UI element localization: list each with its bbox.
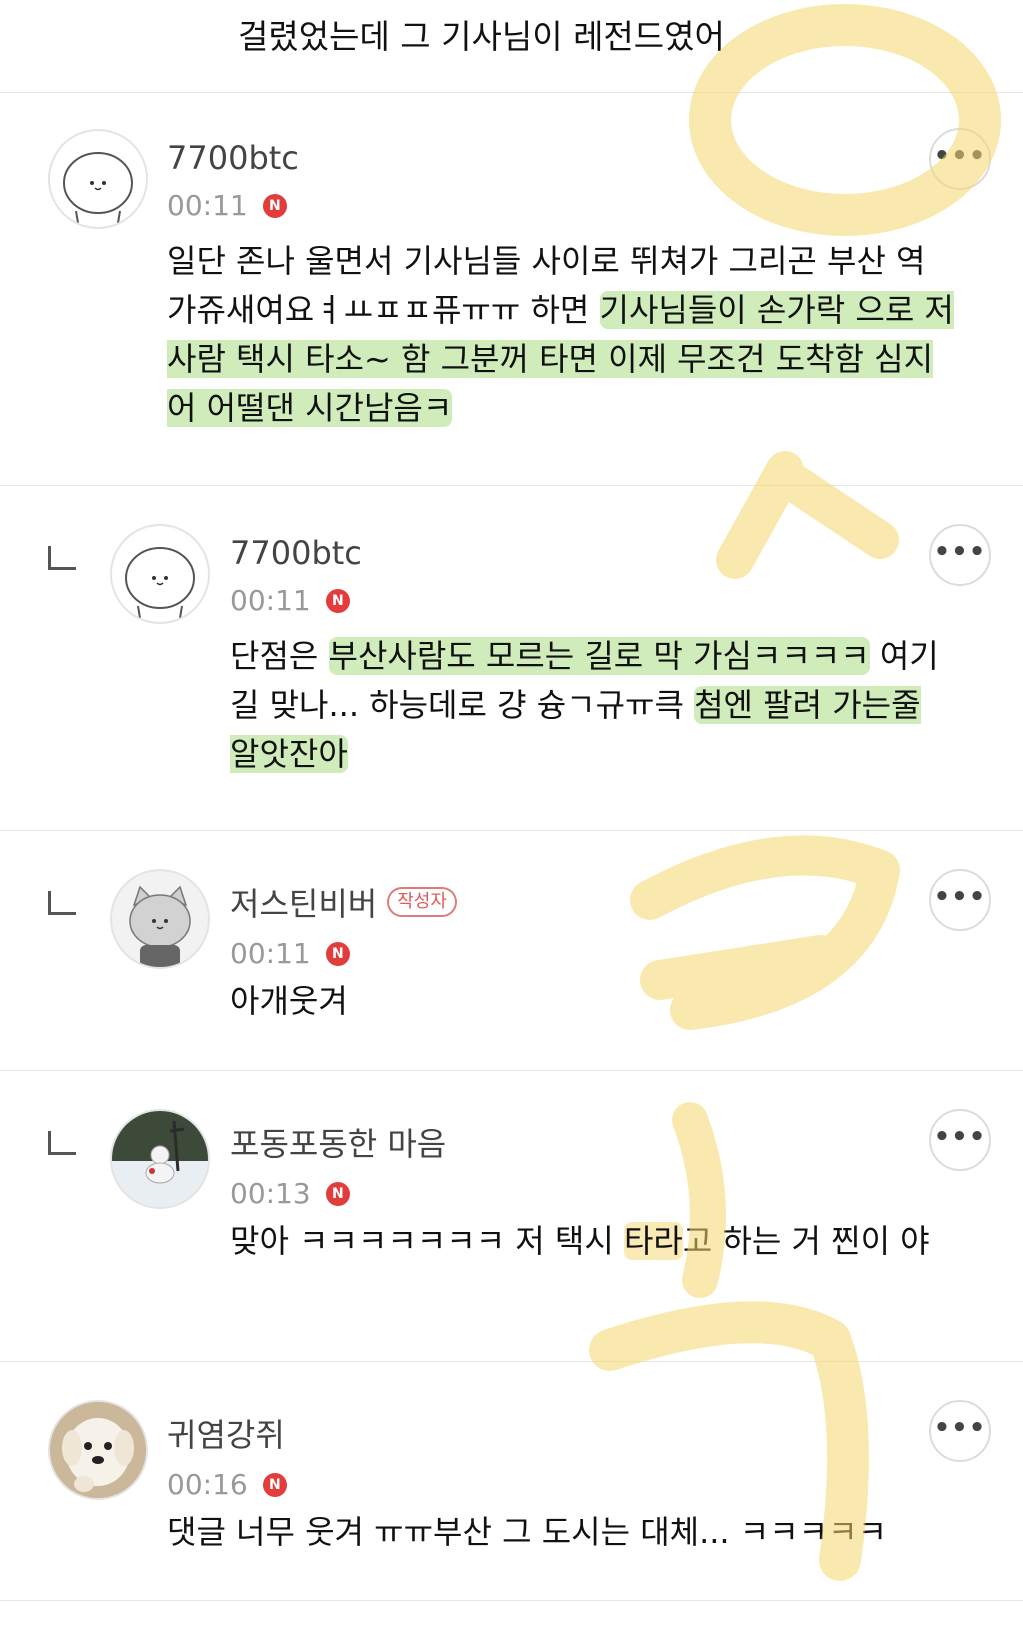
comment-meta: 저스틴비버 작성자 00:11 N xyxy=(230,879,457,970)
comment-text-plain: 고 하는 거 찐이 야 xyxy=(682,1222,930,1260)
reply-arrow-icon xyxy=(48,546,76,570)
new-badge: N xyxy=(262,193,287,218)
comment-body: 단점은 부산사람도 모르는 길로 막 가심ㅋㅋㅋㅋ 여기 길 맞나... 하능데… xyxy=(230,632,960,779)
author-badge: 작성자 xyxy=(387,887,457,917)
time-row: 00:16 N xyxy=(167,1468,287,1501)
nickname[interactable]: 포동포동한 마음 xyxy=(230,1119,446,1165)
reply-arrow-icon xyxy=(48,891,76,915)
nickname[interactable]: 귀염강쥐 xyxy=(167,1410,285,1456)
comment-text-plain: 단점은 xyxy=(230,637,329,675)
time-row: 00:13 N xyxy=(230,1177,446,1210)
gray-cat-icon xyxy=(129,885,191,967)
timestamp: 00:11 xyxy=(167,189,248,222)
comment-meta: 7700btc 00:11 N xyxy=(230,534,362,617)
comment-body: 댓글 너무 웃겨 ㅠㅠ부산 그 도시는 대체... ㅋㅋㅋㅋㅋ xyxy=(167,1513,887,1551)
more-options-button[interactable]: ••• xyxy=(929,1109,991,1171)
avatar[interactable] xyxy=(110,1109,210,1209)
bear-face-icon xyxy=(125,547,195,619)
comment-text-highlighted: 부산사람도 모르는 길로 막 가심ㅋㅋㅋㅋ xyxy=(328,637,870,675)
more-options-button[interactable]: ••• xyxy=(929,524,991,586)
nickname[interactable]: 7700btc xyxy=(230,534,362,572)
comment-item: 귀염강쥐 00:16 N ••• 댓글 너무 웃겨 ㅠㅠ부산 그 도시는 대체.… xyxy=(0,1362,1023,1601)
comment-body: 일단 존나 울면서 기사님들 사이로 뛰쳐가 그리곤 부산 역 가쥬새여요ㅕㅛㅍ… xyxy=(167,237,957,433)
new-badge: N xyxy=(262,1472,287,1497)
comment-item: 저스틴비버 작성자 00:11 N ••• 아개웃겨 xyxy=(0,831,1023,1071)
comment-meta: 귀염강쥐 00:16 N xyxy=(167,1410,287,1501)
previous-comment-fragment: 걸렸었는데 그 기사님이 레전드였어 xyxy=(0,0,1023,93)
time-row: 00:11 N xyxy=(167,189,299,222)
new-badge: N xyxy=(325,941,350,966)
snowman-photo-icon xyxy=(112,1111,208,1207)
more-options-button[interactable]: ••• xyxy=(929,869,991,931)
comment-item: 7700btc 00:11 N ••• 단점은 부산사람도 모르는 길로 막 가… xyxy=(0,486,1023,831)
new-badge: N xyxy=(325,588,350,613)
more-options-button[interactable]: ••• xyxy=(929,128,991,190)
avatar[interactable] xyxy=(48,129,148,229)
nickname[interactable]: 저스틴비버 xyxy=(230,879,377,925)
new-badge: N xyxy=(325,1181,350,1206)
comment-meta: 포동포동한 마음 00:13 N xyxy=(230,1119,446,1210)
avatar[interactable] xyxy=(110,524,210,624)
puppy-photo-icon xyxy=(50,1402,146,1498)
comment-body: 맞아 ㅋㅋㅋㅋㅋㅋㅋ 저 택시 타라고 하는 거 찐이 야 xyxy=(230,1217,960,1266)
comment-text-plain: 맞아 ㅋㅋㅋㅋㅋㅋㅋ 저 택시 xyxy=(230,1222,624,1260)
reply-arrow-icon xyxy=(48,1131,76,1155)
time-row: 00:11 N xyxy=(230,937,457,970)
timestamp: 00:16 xyxy=(167,1468,248,1501)
timestamp: 00:13 xyxy=(230,1177,311,1210)
comment-body: 아개웃겨 xyxy=(230,982,348,1020)
bear-face-icon xyxy=(63,152,133,224)
avatar[interactable] xyxy=(110,869,210,969)
more-options-button[interactable]: ••• xyxy=(929,1400,991,1462)
comment-item: 7700btc 00:11 N ••• 일단 존나 울면서 기사님들 사이로 뛰… xyxy=(0,93,1023,486)
timestamp: 00:11 xyxy=(230,937,311,970)
nickname[interactable]: 7700btc xyxy=(167,139,299,177)
comment-item: 포동포동한 마음 00:13 N ••• 맞아 ㅋㅋㅋㅋㅋㅋㅋ 저 택시 타라고… xyxy=(0,1071,1023,1362)
previous-comment-text: 걸렸었는데 그 기사님이 레전드였어 xyxy=(238,17,725,56)
timestamp: 00:11 xyxy=(230,584,311,617)
time-row: 00:11 N xyxy=(230,584,362,617)
comment-meta: 7700btc 00:11 N xyxy=(167,139,299,222)
avatar[interactable] xyxy=(48,1400,148,1500)
comment-text-highlighted: 타라 xyxy=(623,1222,683,1260)
